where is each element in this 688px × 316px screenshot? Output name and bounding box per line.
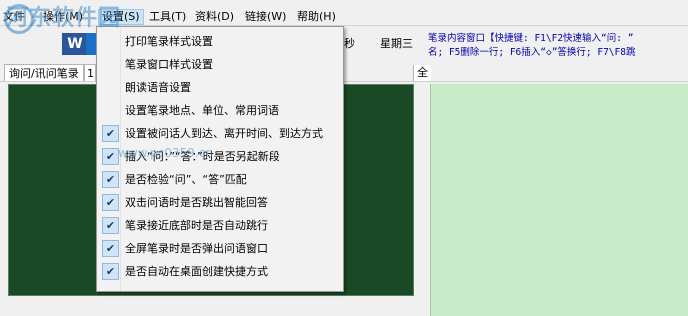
settings-menu-item[interactable]: ✔ 笔录接近底部时是否自动跳行 bbox=[98, 214, 342, 237]
weekday-label: 星期三 bbox=[380, 37, 413, 50]
settings-menu-item-label: 设置笔录地点、单位、常用词语 bbox=[125, 104, 279, 117]
tab-next-truncated[interactable]: 1 bbox=[84, 64, 96, 81]
shortcut-hint-line-1: 笔录内容窗口【快捷键: F1\F2快速输入“问: ” bbox=[428, 33, 634, 44]
settings-menu-item-label: 朗读语音设置 bbox=[125, 81, 191, 94]
menu-data[interactable]: 资料(D) bbox=[192, 9, 237, 25]
settings-menu-item[interactable]: ✔ 设置被问话人到达、离开时间、到达方式 bbox=[98, 122, 342, 145]
settings-menu-item[interactable]: 设置笔录地点、单位、常用词语 bbox=[98, 99, 342, 122]
tab-full[interactable]: 全 bbox=[413, 65, 431, 81]
settings-menu-item[interactable]: 打印笔录样式设置 bbox=[98, 30, 342, 53]
settings-menu-item-label: 双击问语时是否跳出智能回答 bbox=[125, 196, 268, 209]
settings-menu-item[interactable]: ✔ 是否检验“问”、“答”匹配 bbox=[98, 168, 342, 191]
menubar: 文件 操作(M) 设置(S) 工具(T) 资料(D) 链接(W) 帮助(H) bbox=[0, 8, 688, 26]
settings-dropdown-menu: 打印笔录样式设置 笔录窗口样式设置 朗读语音设置设置笔录地点、单位、常用词语 ✔ 设置被… bbox=[96, 26, 344, 292]
settings-menu-item-label: 打印笔录样式设置 bbox=[125, 35, 213, 48]
clock-seconds: 秒 bbox=[344, 37, 355, 50]
settings-menu-item-label: 是否自动在桌面创建快捷方式 bbox=[125, 265, 268, 278]
settings-menu-item[interactable]: 笔录窗口样式设置 bbox=[98, 53, 342, 76]
menu-file[interactable]: 文件 bbox=[0, 9, 28, 25]
menu-links[interactable]: 链接(W) bbox=[242, 9, 289, 25]
settings-menu-item-label: 笔录窗口样式设置 bbox=[125, 58, 213, 71]
checkmark-icon: ✔ bbox=[102, 171, 119, 188]
menu-help[interactable]: 帮助(H) bbox=[294, 9, 339, 25]
settings-menu-item-label: 全屏笔录时是否弹出问语窗口 bbox=[125, 242, 268, 255]
settings-menu-item[interactable]: ✔ 全屏笔录时是否弹出问语窗口 bbox=[98, 237, 342, 260]
settings-menu-item-label: 设置被问话人到达、离开时间、到达方式 bbox=[125, 127, 323, 140]
settings-menu-item-label: 插入“问：”“答：”时是否另起新段 bbox=[125, 150, 280, 163]
settings-menu-item-label: 是否检验“问”、“答”匹配 bbox=[125, 173, 247, 186]
status-bar bbox=[0, 298, 414, 316]
menu-tools[interactable]: 工具(T) bbox=[146, 9, 189, 25]
record-content-pane[interactable] bbox=[430, 84, 688, 316]
settings-menu-item[interactable]: 朗读语音设置 bbox=[98, 76, 342, 99]
menu-operate[interactable]: 操作(M) bbox=[40, 9, 86, 25]
checkmark-icon: ✔ bbox=[102, 240, 119, 257]
settings-menu-item-label: 笔录接近底部时是否自动跳行 bbox=[125, 219, 268, 232]
shortcut-hint-line-2: 名; F5删除一行; F6插入“◇”答换行; F7\F8跳 bbox=[428, 47, 636, 58]
tab-interrogation-record[interactable]: 询问/讯问笔录 bbox=[4, 64, 84, 81]
checkmark-icon: ✔ bbox=[102, 217, 119, 234]
settings-menu-item[interactable]: ✔ 是否自动在桌面创建快捷方式 bbox=[98, 260, 342, 283]
checkmark-icon: ✔ bbox=[102, 194, 119, 211]
shortcut-hint-panel: 笔录内容窗口【快捷键: F1\F2快速输入“问: ” 名; F5删除一行; F6… bbox=[428, 32, 688, 62]
checkmark-icon: ✔ bbox=[102, 263, 119, 280]
word-icon[interactable]: W bbox=[62, 33, 88, 55]
checkmark-icon: ✔ bbox=[102, 148, 119, 165]
checkmark-icon: ✔ bbox=[102, 125, 119, 142]
settings-menu-item[interactable]: ✔ 插入“问：”“答：”时是否另起新段 bbox=[98, 145, 342, 168]
pane-divider[interactable] bbox=[414, 82, 430, 316]
settings-menu-item[interactable]: ✔ 双击问语时是否跳出智能回答 bbox=[98, 191, 342, 214]
menu-settings[interactable]: 设置(S) bbox=[98, 9, 144, 25]
